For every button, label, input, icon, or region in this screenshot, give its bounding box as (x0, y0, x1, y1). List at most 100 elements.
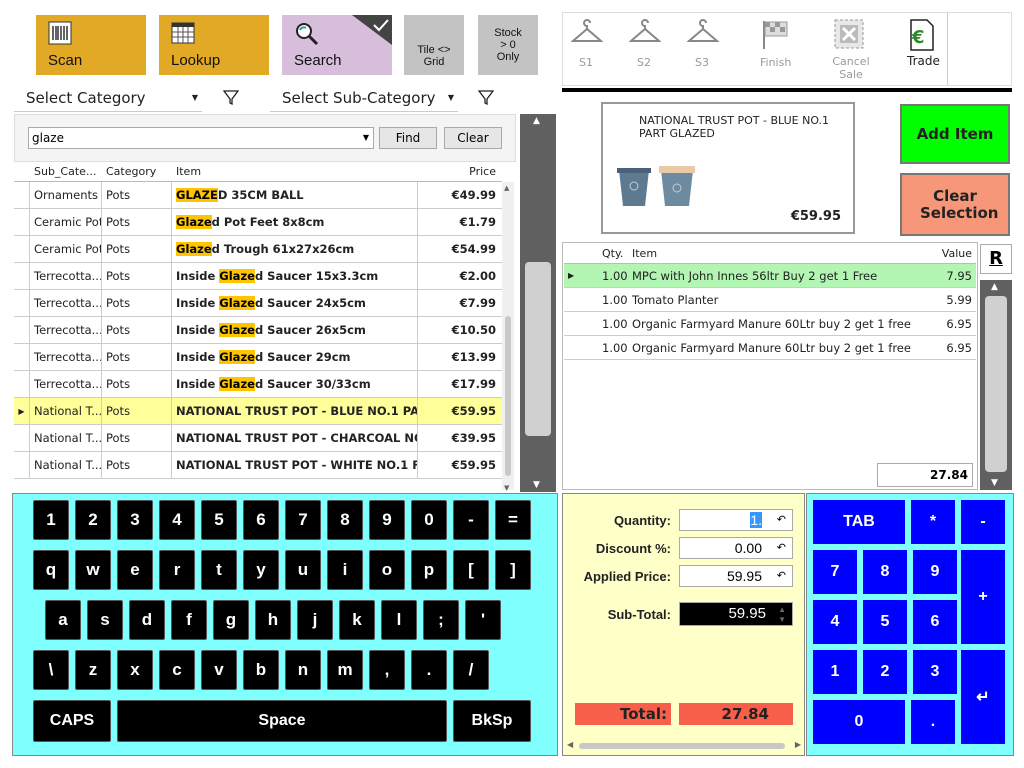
key[interactable]: p (411, 550, 447, 590)
clear-selection-button[interactable]: Clear Selection (900, 173, 1010, 236)
key[interactable]: - (453, 500, 489, 540)
lookup-button[interactable]: Lookup (159, 15, 269, 75)
key[interactable]: u (285, 550, 321, 590)
main-scrollbar[interactable]: ▲ ▼ (520, 114, 556, 492)
scroll-right-icon[interactable]: ▶ (795, 740, 801, 749)
scroll-up-icon[interactable]: ▲ (991, 282, 998, 292)
undo-icon[interactable]: ↶ (777, 538, 786, 558)
key[interactable]: v (201, 650, 237, 690)
filter-icon[interactable] (478, 89, 494, 105)
digit-key[interactable]: 5 (863, 600, 907, 644)
transaction-row[interactable]: 1.00 Organic Farmyard Manure 60Ltr buy 2 … (564, 336, 976, 360)
key[interactable]: m (327, 650, 363, 690)
transaction-row[interactable]: 1.00 Organic Farmyard Manure 60Ltr buy 2 … (564, 312, 976, 336)
key[interactable]: o (369, 550, 405, 590)
digit-key[interactable]: 3 (913, 650, 957, 694)
key[interactable]: 1 (33, 500, 69, 540)
key[interactable]: [ (453, 550, 489, 590)
hanger-s1-button[interactable]: S1 (563, 13, 609, 85)
key[interactable]: y (243, 550, 279, 590)
scroll-down-icon[interactable]: ▼ (533, 480, 540, 490)
table-row[interactable]: Terrecotta... Pots Inside Glazed Saucer 30… (14, 371, 502, 398)
sub-category-select[interactable]: Select Sub-Category ▼ (270, 84, 458, 112)
decimal-key[interactable]: . (911, 700, 955, 744)
header-item[interactable]: Item (176, 165, 201, 178)
search-button[interactable]: Search (282, 15, 392, 75)
finish-button[interactable]: Finish (749, 13, 799, 85)
transaction-row[interactable]: 1.00 Tomato Planter 5.99 (564, 288, 976, 312)
key[interactable]: a (45, 600, 81, 640)
key[interactable]: 4 (159, 500, 195, 540)
filter-icon[interactable] (223, 89, 239, 105)
horizontal-scrollbar[interactable]: ◀ ▶ (567, 740, 801, 752)
hanger-s2-button[interactable]: S2 (621, 13, 667, 85)
stock-only-button[interactable]: Stock > 0 Only (478, 15, 538, 75)
scroll-down-icon[interactable]: ▼ (504, 484, 509, 492)
digit-key[interactable]: 6 (913, 600, 957, 644)
digit-key[interactable]: 2 (863, 650, 907, 694)
table-row[interactable]: Terrecotta... Pots Inside Glazed Saucer 26… (14, 317, 502, 344)
undo-icon[interactable]: ↶ (777, 510, 786, 530)
key[interactable]: 6 (243, 500, 279, 540)
transaction-row[interactable]: ▶ 1.00 MPC with John Innes 56ltr Buy 2 get… (564, 264, 976, 288)
key[interactable]: f (171, 600, 207, 640)
undo-icon[interactable]: ↶ (777, 566, 786, 586)
caps-key[interactable]: CAPS (33, 700, 111, 742)
header-price[interactable]: Price (469, 165, 496, 178)
key[interactable]: z (75, 650, 111, 690)
key[interactable]: i (327, 550, 363, 590)
scroll-down-icon[interactable]: ▼ (991, 478, 998, 488)
backspace-key[interactable]: BkSp (453, 700, 531, 742)
table-row[interactable]: Terrecotta... Pots Inside Glazed Saucer 29… (14, 344, 502, 371)
key[interactable]: t (201, 550, 237, 590)
key[interactable]: r (159, 550, 195, 590)
add-item-button[interactable]: Add Item (900, 104, 1010, 164)
quantity-field[interactable]: 1. ↶ (679, 509, 793, 531)
tile-grid-button[interactable]: Tile <> Grid (404, 15, 464, 75)
enter-key[interactable]: ↵ (961, 650, 1005, 744)
key[interactable]: = (495, 500, 531, 540)
key[interactable]: e (117, 550, 153, 590)
grid-scrollbar[interactable]: ▲ ▼ (502, 182, 514, 492)
header-sub-category[interactable]: Sub_Cate... (34, 165, 96, 178)
digit-key[interactable]: 1 (813, 650, 857, 694)
key[interactable]: g (213, 600, 249, 640)
discount-field[interactable]: 0.00 ↶ (679, 537, 793, 559)
scan-button[interactable]: Scan (36, 15, 146, 75)
digit-key[interactable]: 9 (913, 550, 957, 594)
key[interactable]: 0 (411, 500, 447, 540)
key[interactable]: s (87, 600, 123, 640)
key[interactable]: x (117, 650, 153, 690)
table-row[interactable]: National T... Pots NATIONAL TRUST POT - CH… (14, 425, 502, 452)
table-row[interactable]: ▶ National T... Pots NATIONAL TRUST POT - B… (14, 398, 502, 425)
scroll-up-icon[interactable]: ▲ (533, 116, 540, 126)
scroll-thumb[interactable] (505, 316, 511, 476)
key[interactable]: ; (423, 600, 459, 640)
key[interactable]: 2 (75, 500, 111, 540)
minus-key[interactable]: - (961, 500, 1005, 544)
key[interactable]: d (129, 600, 165, 640)
digit-key[interactable]: 8 (863, 550, 907, 594)
key[interactable]: ] (495, 550, 531, 590)
key[interactable]: h (255, 600, 291, 640)
key[interactable]: ' (465, 600, 501, 640)
key[interactable]: l (381, 600, 417, 640)
key[interactable]: q (33, 550, 69, 590)
scroll-thumb[interactable] (985, 296, 1007, 472)
space-key[interactable]: Space (117, 700, 447, 742)
key[interactable]: 8 (327, 500, 363, 540)
key[interactable]: 5 (201, 500, 237, 540)
key[interactable]: / (453, 650, 489, 690)
key[interactable]: w (75, 550, 111, 590)
table-row[interactable]: Terrecotta... Pots Inside Glazed Saucer 15… (14, 263, 502, 290)
trade-button[interactable]: € Trade (897, 13, 947, 85)
header-category[interactable]: Category (106, 165, 156, 178)
digit-key[interactable]: 7 (813, 550, 857, 594)
zero-key[interactable]: 0 (813, 700, 905, 744)
scroll-left-icon[interactable]: ◀ (567, 740, 573, 749)
key[interactable]: 3 (117, 500, 153, 540)
table-row[interactable]: Ceramic Pots Pots Glazed Trough 61x27x26cm… (14, 236, 502, 263)
find-button[interactable]: Find (379, 127, 437, 149)
multiply-key[interactable]: * (911, 500, 955, 544)
tab-key[interactable]: TAB (813, 500, 905, 544)
